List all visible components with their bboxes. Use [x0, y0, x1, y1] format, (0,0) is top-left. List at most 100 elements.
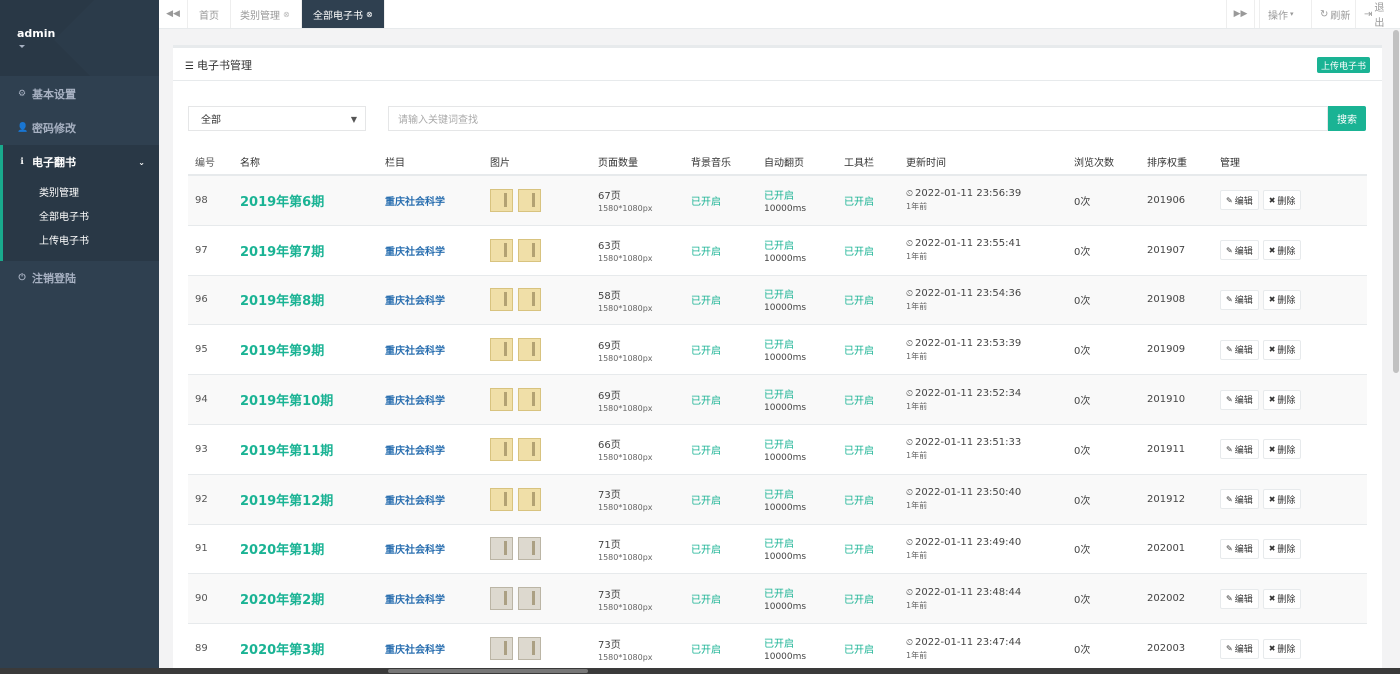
- edit-button[interactable]: ✎ 编辑: [1220, 489, 1259, 510]
- cell-category[interactable]: 重庆社会科学: [378, 342, 483, 357]
- cover-thumbnail[interactable]: [490, 288, 513, 312]
- close-icon[interactable]: ⊗: [366, 10, 373, 19]
- cover-thumbnail[interactable]: [518, 238, 541, 262]
- delete-button[interactable]: ✖ 删除: [1262, 588, 1302, 609]
- delete-button[interactable]: ✖ 删除: [1262, 190, 1302, 211]
- cover-thumbnail[interactable]: [490, 338, 513, 362]
- edit-button[interactable]: ✎ 编辑: [1220, 588, 1259, 609]
- delete-button[interactable]: ✖ 删除: [1262, 389, 1302, 410]
- cell-category[interactable]: 重庆社会科学: [378, 541, 483, 556]
- tab-all-ebooks[interactable]: 全部电子书 ⊗: [302, 0, 385, 28]
- cell-updated: ⏲ 2022-01-11 23:56:39 1年前: [899, 188, 1067, 212]
- edit-button[interactable]: ✎ 编辑: [1220, 240, 1259, 261]
- cover-thumbnail[interactable]: [518, 338, 541, 362]
- cell-name[interactable]: 2019年第6期: [233, 191, 378, 210]
- cell-name[interactable]: 2020年第2期: [233, 589, 378, 608]
- cell-name[interactable]: 2020年第3期: [233, 639, 378, 658]
- ops-label: 操作: [1268, 10, 1288, 22]
- cell-sort: 201908: [1147, 294, 1186, 306]
- cover-thumbnail[interactable]: [490, 487, 513, 511]
- cell-category[interactable]: 重庆社会科学: [378, 193, 483, 208]
- pencil-icon: ✎: [1226, 644, 1233, 654]
- cell-category[interactable]: 重庆社会科学: [378, 392, 483, 407]
- search-input[interactable]: 请输入关键词查找: [388, 106, 1328, 131]
- header-id: 编号: [195, 157, 215, 169]
- edit-button[interactable]: ✎ 编辑: [1220, 538, 1259, 559]
- cover-thumbnail[interactable]: [490, 388, 513, 412]
- username[interactable]: admin: [17, 27, 55, 40]
- sidebar-item-password[interactable]: 👤 密码修改: [0, 111, 159, 145]
- cell-category[interactable]: 重庆社会科学: [378, 641, 483, 656]
- upload-ebook-button[interactable]: 上传电子书: [1317, 57, 1370, 73]
- updated-time: 2022-01-11 23:48:44: [915, 586, 1022, 598]
- sidebar-item-logout[interactable]: ⏻ 注销登陆: [0, 261, 159, 295]
- cover-thumbnail[interactable]: [518, 587, 541, 611]
- delete-button[interactable]: ✖ 删除: [1262, 339, 1302, 360]
- cell-name[interactable]: 2019年第10期: [233, 390, 378, 409]
- sidebar-subitem-all-ebooks[interactable]: 全部电子书: [3, 203, 159, 227]
- page-resolution: 1580*1080px: [598, 453, 653, 463]
- sidebar-item-ebook[interactable]: ℹ 电子翻书 ⌄: [3, 145, 159, 179]
- cover-thumbnail[interactable]: [490, 537, 513, 561]
- cell-category[interactable]: 重庆社会科学: [378, 591, 483, 606]
- cell-category[interactable]: 重庆社会科学: [378, 442, 483, 457]
- cell-category[interactable]: 重庆社会科学: [378, 243, 483, 258]
- cell-name[interactable]: 2020年第1期: [233, 539, 378, 558]
- cover-thumbnail[interactable]: [490, 188, 513, 212]
- delete-button[interactable]: ✖ 删除: [1262, 439, 1302, 460]
- scroll-right-icon[interactable]: ▶▶: [1226, 0, 1255, 28]
- delete-button[interactable]: ✖ 删除: [1262, 240, 1302, 261]
- search-button[interactable]: 搜索: [1328, 106, 1366, 131]
- delete-button[interactable]: ✖ 删除: [1262, 638, 1302, 659]
- close-icon: ✖: [1268, 395, 1276, 405]
- cover-thumbnail[interactable]: [518, 637, 541, 661]
- cover-thumbnail[interactable]: [518, 437, 541, 461]
- tab-home[interactable]: 首页: [188, 0, 231, 28]
- scroll-left-icon[interactable]: ◀◀: [159, 0, 188, 28]
- cell-name[interactable]: 2019年第12期: [233, 490, 378, 509]
- tab-category[interactable]: 类别管理 ⊗: [229, 0, 302, 28]
- autoflip-interval: 10000ms: [764, 452, 807, 463]
- cover-thumbnail[interactable]: [518, 388, 541, 412]
- edit-label: 编辑: [1234, 296, 1253, 307]
- cell-images: [483, 437, 591, 461]
- edit-button[interactable]: ✎ 编辑: [1220, 339, 1259, 360]
- horizontal-scrollbar[interactable]: [388, 669, 588, 673]
- cell-name[interactable]: 2019年第8期: [233, 290, 378, 309]
- cover-thumbnail[interactable]: [490, 587, 513, 611]
- edit-button[interactable]: ✎ 编辑: [1220, 389, 1259, 410]
- ops-dropdown[interactable]: 操作 ▾: [1259, 0, 1302, 28]
- header-autoflip: 自动翻页: [764, 157, 804, 169]
- edit-button[interactable]: ✎ 编辑: [1220, 638, 1259, 659]
- cell-name[interactable]: 2019年第7期: [233, 241, 378, 260]
- refresh-button[interactable]: ↻ 刷新: [1311, 0, 1358, 28]
- delete-button[interactable]: ✖ 删除: [1262, 538, 1302, 559]
- sidebar-item-settings[interactable]: ⚙ 基本设置: [0, 77, 159, 111]
- cell-category[interactable]: 重庆社会科学: [378, 492, 483, 507]
- close-icon[interactable]: ⊗: [283, 10, 290, 19]
- pencil-icon: ✎: [1226, 544, 1233, 554]
- cell-actions: ✎ 编辑 ✖ 删除: [1213, 439, 1302, 460]
- edit-button[interactable]: ✎ 编辑: [1220, 289, 1259, 310]
- cover-thumbnail[interactable]: [490, 637, 513, 661]
- edit-button[interactable]: ✎ 编辑: [1220, 439, 1259, 460]
- category-select[interactable]: 全部 ▼: [188, 106, 366, 131]
- delete-button[interactable]: ✖ 删除: [1262, 289, 1302, 310]
- caret-down-icon[interactable]: [19, 45, 25, 48]
- cover-thumbnail[interactable]: [490, 437, 513, 461]
- cover-thumbnail[interactable]: [490, 238, 513, 262]
- vertical-scrollbar[interactable]: [1393, 30, 1399, 373]
- sidebar-subitem-category[interactable]: 类别管理: [3, 179, 159, 203]
- cell-bgm: 已开启: [691, 645, 721, 657]
- cover-thumbnail[interactable]: [518, 487, 541, 511]
- edit-button[interactable]: ✎ 编辑: [1220, 190, 1259, 211]
- exit-button[interactable]: ⇥ 退出: [1355, 0, 1400, 29]
- cell-name[interactable]: 2019年第11期: [233, 440, 378, 459]
- cover-thumbnail[interactable]: [518, 188, 541, 212]
- cell-category[interactable]: 重庆社会科学: [378, 292, 483, 307]
- cell-name[interactable]: 2019年第9期: [233, 340, 378, 359]
- cover-thumbnail[interactable]: [518, 537, 541, 561]
- delete-button[interactable]: ✖ 删除: [1262, 489, 1302, 510]
- cover-thumbnail[interactable]: [518, 288, 541, 312]
- sidebar-subitem-upload[interactable]: 上传电子书: [3, 227, 159, 251]
